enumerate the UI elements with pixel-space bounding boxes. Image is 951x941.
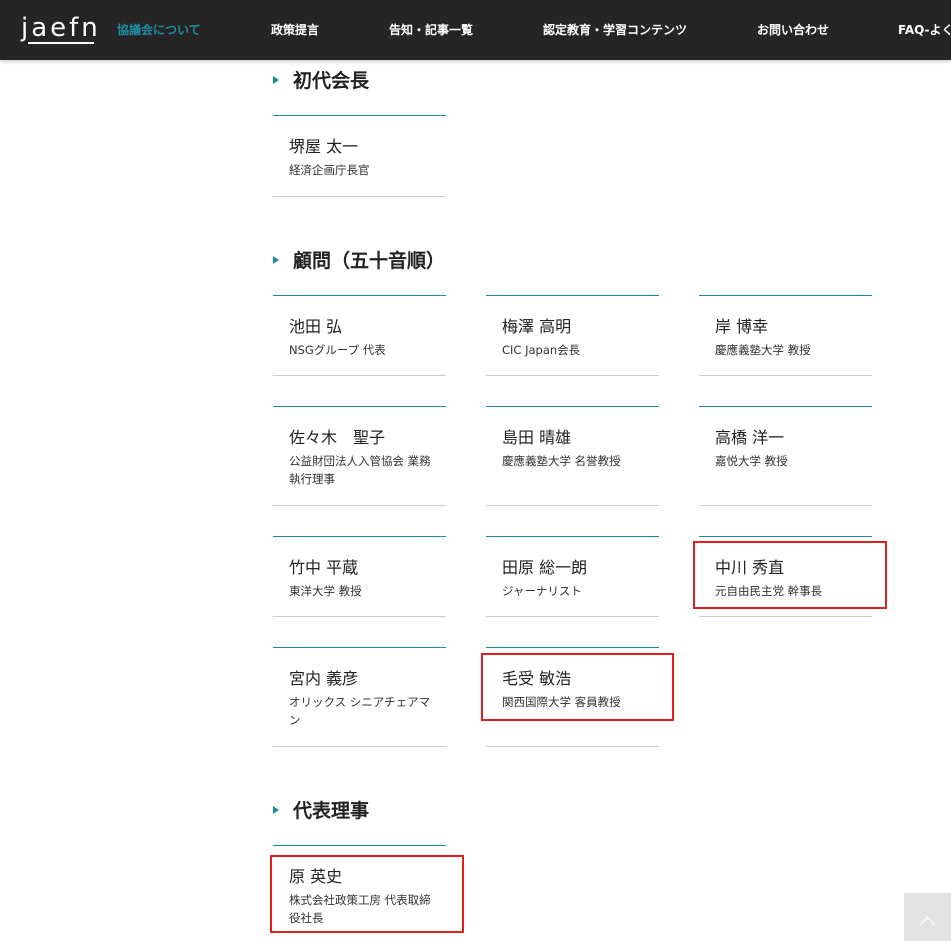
member-card: 宮内 義彦 オリックス シニアチェアマン bbox=[273, 647, 446, 747]
nav-policy[interactable]: 政策提言 bbox=[271, 21, 319, 39]
member-name: 佐々木 聖子 bbox=[289, 428, 386, 447]
section-heading-text: 顧問（五十音順） bbox=[293, 250, 446, 272]
section-heading-text: 初代会長 bbox=[293, 70, 370, 92]
member-name: 梅澤 高明 bbox=[502, 317, 572, 336]
member-card: 島田 晴雄 慶應義塾大学 名誉教授 bbox=[486, 406, 659, 506]
nav-contact[interactable]: お問い合わせ bbox=[757, 21, 829, 39]
site-logo[interactable]: jaefn bbox=[21, 10, 101, 46]
nav-education[interactable]: 認定教育・学習コンテンツ bbox=[543, 21, 687, 39]
member-title: 慶應義塾大学 教授 bbox=[715, 343, 811, 357]
member-card: 梅澤 高明 CIC Japan会長 bbox=[486, 295, 659, 376]
section-heading-representative: 代表理事 bbox=[273, 798, 369, 824]
member-card: 岸 博幸 慶應義塾大学 教授 bbox=[699, 295, 872, 376]
member-title: CIC Japan会長 bbox=[502, 343, 581, 357]
member-card: 高橋 洋一 嘉悦大学 教授 bbox=[699, 406, 872, 506]
member-card: 堺屋 太一 経済企画庁長官 bbox=[273, 115, 446, 197]
member-card: 田原 総一朗 ジャーナリスト bbox=[486, 536, 659, 617]
chevron-up-icon bbox=[919, 916, 936, 933]
highlight-box bbox=[481, 653, 674, 721]
triangle-bullet-icon bbox=[273, 76, 279, 84]
member-title: 公益財団法人入管協会 業務執行理事 bbox=[289, 454, 431, 486]
member-name: 田原 総一朗 bbox=[502, 558, 588, 577]
member-title: オリックス シニアチェアマン bbox=[289, 695, 431, 727]
member-title: 嘉悦大学 教授 bbox=[715, 454, 788, 468]
highlight-box bbox=[693, 541, 887, 609]
member-title: 慶應義塾大学 名誉教授 bbox=[502, 454, 621, 468]
member-card: 池田 弘 NSGグループ 代表 bbox=[273, 295, 446, 376]
section-heading-first-chairman: 初代会長 bbox=[273, 68, 369, 94]
highlight-box bbox=[270, 855, 464, 933]
scroll-to-top-button[interactable] bbox=[904, 893, 951, 941]
nav-announcements[interactable]: 告知・記事一覧 bbox=[389, 21, 473, 39]
member-name: 島田 晴雄 bbox=[502, 428, 572, 447]
member-title: 東洋大学 教授 bbox=[289, 584, 362, 598]
member-name: 岸 博幸 bbox=[715, 317, 769, 336]
logo-underline bbox=[28, 42, 94, 44]
member-name: 堺屋 太一 bbox=[289, 137, 359, 156]
member-name: 宮内 義彦 bbox=[289, 669, 359, 688]
nav-about[interactable]: 協議会について bbox=[117, 21, 201, 39]
member-name: 竹中 平蔵 bbox=[289, 558, 359, 577]
site-header: jaefn 協議会について 政策提言 告知・記事一覧 認定教育・学習コンテンツ … bbox=[0, 0, 951, 60]
triangle-bullet-icon bbox=[273, 806, 279, 814]
section-heading-advisors: 顧問（五十音順） bbox=[273, 248, 445, 274]
member-title: NSGグループ 代表 bbox=[289, 343, 386, 357]
nav-faq[interactable]: FAQ-よく bbox=[898, 21, 951, 39]
triangle-bullet-icon bbox=[273, 256, 279, 264]
member-title: ジャーナリスト bbox=[502, 584, 582, 598]
member-title: 経済企画庁長官 bbox=[289, 163, 370, 177]
member-name: 高橋 洋一 bbox=[715, 428, 785, 447]
member-card: 竹中 平蔵 東洋大学 教授 bbox=[273, 536, 446, 617]
member-name: 池田 弘 bbox=[289, 317, 343, 336]
section-heading-text: 代表理事 bbox=[293, 800, 370, 822]
member-card: 佐々木 聖子 公益財団法人入管協会 業務執行理事 bbox=[273, 406, 446, 506]
